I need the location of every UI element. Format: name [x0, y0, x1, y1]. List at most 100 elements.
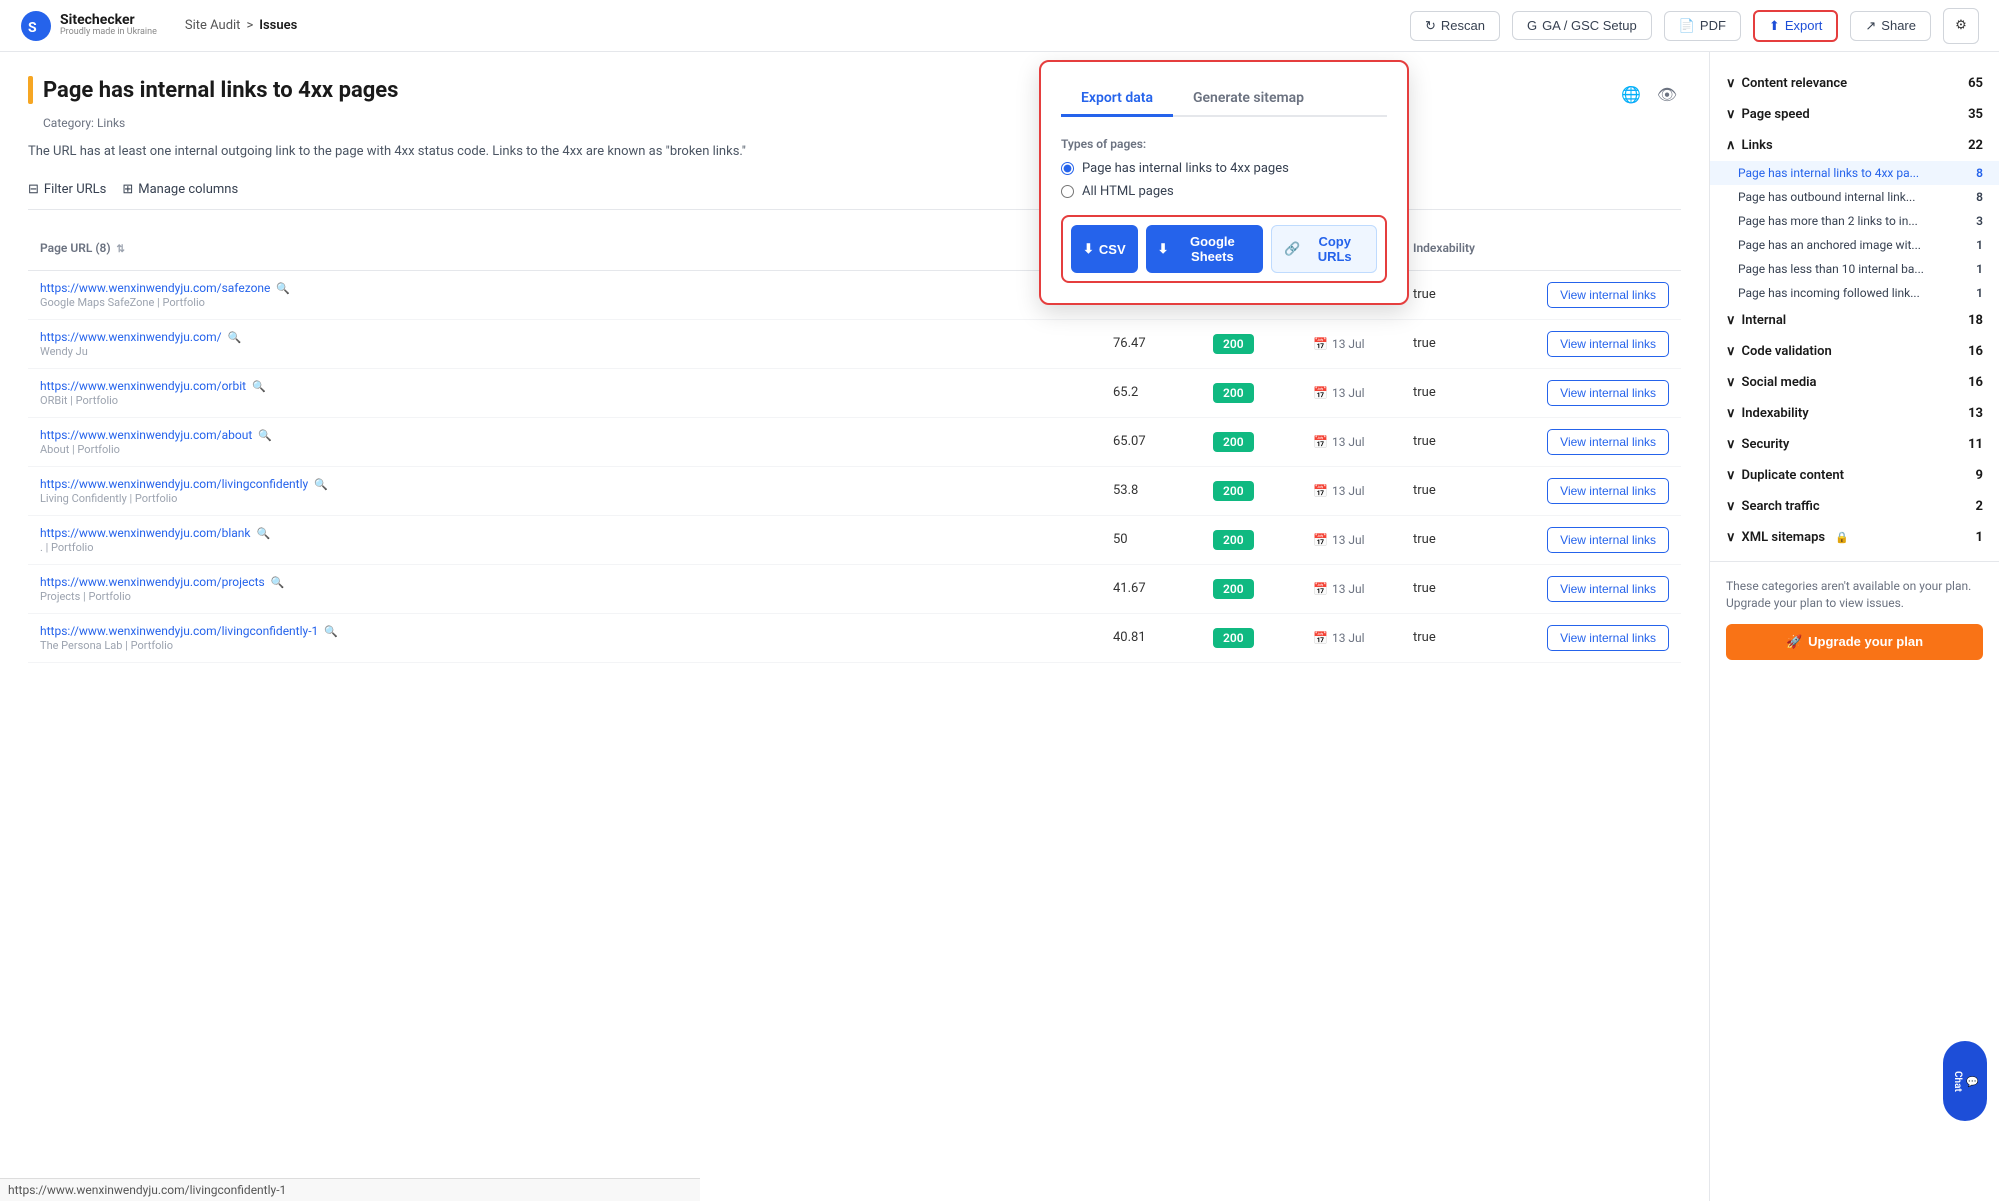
url-link[interactable]: https://www.wenxinwendyju.com/about 🔍 — [40, 428, 272, 442]
cell-date: 📅13 Jul — [1301, 613, 1401, 662]
view-internal-links-button[interactable]: View internal links — [1547, 380, 1669, 406]
url-link[interactable]: https://www.wenxinwendyju.com/safezone 🔍 — [40, 281, 290, 295]
search-icon[interactable]: 🔍 — [271, 576, 285, 589]
sidebar-cat-label: ∨ Page speed — [1726, 107, 1810, 122]
table-row: https://www.wenxinwendyju.com/blank 🔍 . … — [28, 515, 1681, 564]
sidebar-cat-label: ∨ Social media — [1726, 375, 1817, 390]
cell-weight: 65.07 — [1101, 417, 1201, 466]
sidebar-cat-count: 18 — [1968, 313, 1983, 328]
cell-weight: 50 — [1101, 515, 1201, 564]
radio-html-input[interactable] — [1061, 185, 1074, 198]
view-internal-links-button[interactable]: View internal links — [1547, 331, 1669, 357]
sidebar-category-row[interactable]: ∧ Links 22 — [1710, 130, 1999, 161]
view-internal-links-button[interactable]: View internal links — [1547, 527, 1669, 553]
cell-indexable: true — [1401, 564, 1521, 613]
upgrade-section: These categories aren't available on you… — [1710, 561, 1999, 676]
sidebar-cat-label: ∨ Content relevance — [1726, 76, 1847, 91]
sidebar-category-row[interactable]: ∨ Duplicate content 9 — [1710, 460, 1999, 491]
breadcrumb-separator: > — [246, 18, 253, 33]
url-link[interactable]: https://www.wenxinwendyju.com/livingconf… — [40, 624, 338, 638]
settings-button[interactable]: ⚙ — [1943, 8, 1979, 44]
status-badge: 200 — [1213, 579, 1254, 599]
tab-generate-sitemap[interactable]: Generate sitemap — [1173, 82, 1324, 117]
search-icon[interactable]: 🔍 — [324, 625, 338, 638]
chat-widget[interactable]: 💬 Chat — [1943, 1041, 1987, 1121]
url-subtitle: Google Maps SafeZone | Portfolio — [40, 296, 1089, 309]
filter-urls-button[interactable]: ⊟ Filter URLs — [28, 182, 106, 197]
chevron-icon: ∨ — [1726, 107, 1736, 122]
sidebar-subitem-2-5[interactable]: Page has incoming followed link... 1 — [1710, 281, 1999, 305]
search-icon[interactable]: 🔍 — [256, 527, 270, 540]
sidebar-category-row[interactable]: ∨ Content relevance 65 — [1710, 68, 1999, 99]
sidebar-category-row[interactable]: ∨ Security 11 — [1710, 429, 1999, 460]
rescan-button[interactable]: ↻ Rescan — [1410, 11, 1500, 41]
view-internal-links-button[interactable]: View internal links — [1547, 625, 1669, 651]
share-button[interactable]: ↗ Share — [1850, 11, 1931, 41]
sidebar-category-row[interactable]: ∨ Code validation 16 — [1710, 336, 1999, 367]
radio-option-4xx[interactable]: Page has internal links to 4xx pages — [1061, 161, 1387, 176]
manage-columns-button[interactable]: ⊞ Manage columns — [122, 182, 238, 197]
sidebar-category-row[interactable]: ∨ XML sitemaps 🔒 1 — [1710, 522, 1999, 553]
view-internal-links-button[interactable]: View internal links — [1547, 478, 1669, 504]
view-internal-links-button[interactable]: View internal links — [1547, 429, 1669, 455]
pdf-button[interactable]: 📄 PDF — [1664, 11, 1741, 41]
pdf-icon: 📄 — [1679, 18, 1695, 34]
status-badge: 200 — [1213, 334, 1254, 354]
url-link[interactable]: https://www.wenxinwendyju.com/orbit 🔍 — [40, 379, 266, 393]
sidebar-subitem-2-3[interactable]: Page has an anchored image wit... 1 — [1710, 233, 1999, 257]
upgrade-button[interactable]: 🚀 Upgrade your plan — [1726, 624, 1983, 660]
sidebar-category-row[interactable]: ∨ Social media 16 — [1710, 367, 1999, 398]
cell-indexable: true — [1401, 466, 1521, 515]
url-link[interactable]: https://www.wenxinwendyju.com/ 🔍 — [40, 330, 241, 344]
cell-url: https://www.wenxinwendyju.com/about 🔍 Ab… — [28, 417, 1101, 466]
google-sheets-button[interactable]: ⬇ Google Sheets — [1146, 225, 1264, 273]
sidebar-subitem-2-0[interactable]: Page has internal links to 4xx pa... 8 — [1710, 161, 1999, 185]
tab-export-data[interactable]: Export data — [1061, 82, 1173, 117]
cell-weight: 53.8 — [1101, 466, 1201, 515]
search-icon[interactable]: 🔍 — [258, 429, 272, 442]
cell-date: 📅13 Jul — [1301, 564, 1401, 613]
cell-url: https://www.wenxinwendyju.com/ 🔍 Wendy J… — [28, 319, 1101, 368]
sidebar-subitem-2-2[interactable]: Page has more than 2 links to in... 3 — [1710, 209, 1999, 233]
radio-4xx-input[interactable] — [1061, 162, 1074, 175]
export-button[interactable]: ⬆ Export — [1753, 10, 1838, 42]
search-icon[interactable]: 🔍 — [276, 282, 290, 295]
view-internal-links-button[interactable]: View internal links — [1547, 576, 1669, 602]
cell-status: 200 — [1201, 515, 1301, 564]
sidebar-category-row[interactable]: ∨ Internal 18 — [1710, 305, 1999, 336]
sidebar-subitem-2-4[interactable]: Page has less than 10 internal ba... 1 — [1710, 257, 1999, 281]
cell-action: View internal links — [1521, 564, 1681, 613]
calendar-icon: 📅 — [1313, 337, 1328, 351]
url-link[interactable]: https://www.wenxinwendyju.com/livingconf… — [40, 477, 328, 491]
view-internal-links-button[interactable]: View internal links — [1547, 282, 1669, 308]
sidebar-category-2: ∧ Links 22 Page has internal links to 4x… — [1710, 130, 1999, 305]
cell-action: View internal links — [1521, 417, 1681, 466]
eye-icon[interactable]: 👁 — [1653, 80, 1681, 108]
search-icon[interactable]: 🔍 — [228, 331, 242, 344]
breadcrumb-parent[interactable]: Site Audit — [185, 18, 241, 33]
cell-action: View internal links — [1521, 319, 1681, 368]
search-icon[interactable]: 🔍 — [252, 380, 266, 393]
csv-button[interactable]: ⬇ CSV — [1071, 225, 1138, 273]
radio-option-html[interactable]: All HTML pages — [1061, 184, 1387, 199]
sidebar-category-row[interactable]: ∨ Indexability 13 — [1710, 398, 1999, 429]
sidebar-cat-label: ∨ Internal — [1726, 313, 1786, 328]
search-icon[interactable]: 🔍 — [314, 478, 328, 491]
globe-icon[interactable]: 🌐 — [1617, 80, 1645, 108]
sidebar-category-0: ∨ Content relevance 65 — [1710, 68, 1999, 99]
sidebar-subitem-2-1[interactable]: Page has outbound internal link... 8 — [1710, 185, 1999, 209]
gear-icon: ⚙ — [1955, 18, 1967, 33]
table-row: https://www.wenxinwendyju.com/livingconf… — [28, 466, 1681, 515]
cell-indexable: true — [1401, 319, 1521, 368]
sidebar-cat-label: ∨ Search traffic — [1726, 499, 1820, 514]
sidebar-subitem-label: Page has internal links to 4xx pa... — [1738, 166, 1972, 180]
sidebar-category-row[interactable]: ∨ Search traffic 2 — [1710, 491, 1999, 522]
columns-icon: ⊞ — [122, 182, 133, 197]
url-link[interactable]: https://www.wenxinwendyju.com/blank 🔍 — [40, 526, 270, 540]
copy-urls-button[interactable]: 🔗 Copy URLs — [1271, 225, 1377, 273]
ga-gsc-button[interactable]: G GA / GSC Setup — [1512, 11, 1652, 40]
sidebar-category-row[interactable]: ∨ Page speed 35 — [1710, 99, 1999, 130]
url-link[interactable]: https://www.wenxinwendyju.com/projects 🔍 — [40, 575, 284, 589]
calendar-icon: 📅 — [1313, 582, 1328, 596]
cell-status: 200 — [1201, 564, 1301, 613]
